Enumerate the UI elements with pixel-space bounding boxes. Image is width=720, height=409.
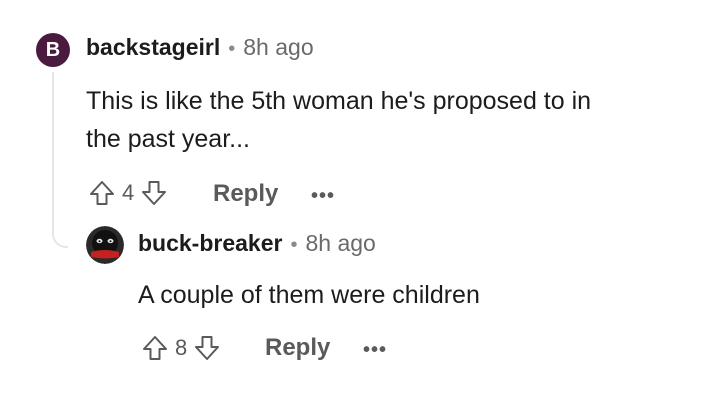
comment-text-line: This is like the 5th woman he's proposed… — [86, 87, 592, 115]
more-options-icon[interactable]: ••• — [311, 185, 335, 208]
comment-text-line: A couple of them were children — [138, 281, 480, 309]
comment-meta: buck-breaker • 8h ago — [138, 230, 376, 257]
comment-actions: 8 — [141, 334, 221, 362]
downvote-icon[interactable] — [140, 179, 168, 207]
downvote-icon[interactable] — [193, 334, 221, 362]
reply-button[interactable]: Reply — [213, 180, 278, 208]
username[interactable]: backstageirl — [86, 34, 220, 61]
upvote-icon[interactable] — [141, 334, 169, 362]
vote-count: 4 — [122, 180, 135, 205]
vote-count: 8 — [175, 335, 188, 360]
upvote-icon[interactable] — [88, 179, 116, 207]
reply-button[interactable]: Reply — [265, 334, 330, 362]
thread-line — [52, 72, 68, 248]
comment-meta: backstageirl • 8h ago — [86, 34, 314, 61]
timestamp[interactable]: 8h ago — [305, 230, 375, 257]
more-options-icon[interactable]: ••• — [363, 339, 387, 362]
comment-body: A couple of them were children — [138, 276, 480, 314]
meta-separator: • — [228, 38, 236, 60]
comment-text-line: the past year... — [86, 125, 250, 153]
comment-body: This is like the 5th woman he's proposed… — [86, 82, 591, 158]
comment-actions: 4 — [88, 179, 168, 207]
username[interactable]: buck-breaker — [138, 230, 282, 257]
meta-separator: • — [290, 234, 298, 256]
avatar-letter: B — [45, 38, 61, 61]
timestamp[interactable]: 8h ago — [243, 34, 313, 61]
avatar[interactable]: B — [36, 33, 70, 67]
avatar[interactable] — [86, 226, 124, 264]
